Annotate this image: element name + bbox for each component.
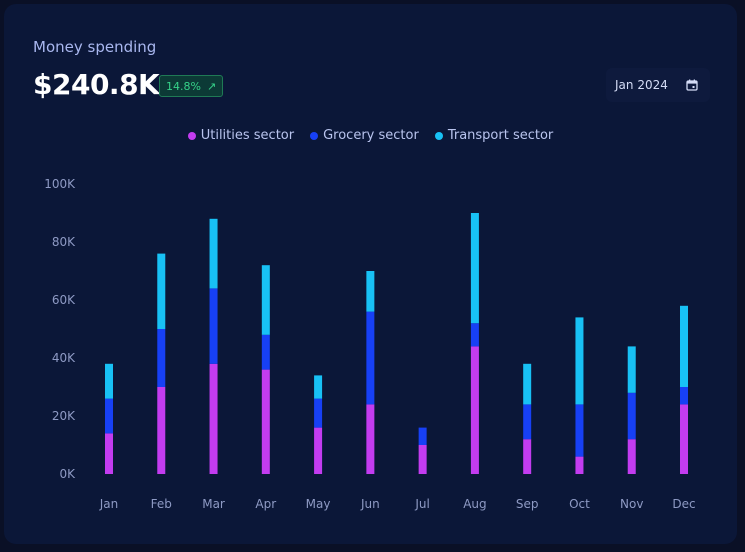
- y-tick-label: 100K: [44, 177, 76, 191]
- y-tick-label: 20K: [52, 409, 76, 423]
- bar-segment-utilities-oct[interactable]: [575, 456, 584, 474]
- bar-segment-utilities-jun[interactable]: [366, 404, 375, 474]
- bar-segment-grocery-mar[interactable]: [209, 288, 218, 364]
- bar-segment-transport-jan[interactable]: [105, 363, 113, 399]
- bar-segment-utilities-sep[interactable]: [523, 439, 532, 474]
- bar-segment-grocery-jun[interactable]: [366, 311, 375, 405]
- bar-segment-grocery-sep[interactable]: [523, 404, 532, 440]
- bar-segment-utilities-may[interactable]: [314, 427, 323, 474]
- x-tick-label: Dec: [672, 497, 695, 511]
- y-tick-label: 0K: [59, 467, 76, 481]
- bar-segment-utilities-jul[interactable]: [418, 445, 427, 474]
- bar-segment-grocery-oct[interactable]: [575, 404, 584, 457]
- bar-segment-utilities-feb[interactable]: [157, 387, 166, 474]
- x-tick-label: Apr: [255, 497, 276, 511]
- bar-segment-grocery-jan[interactable]: [105, 398, 113, 434]
- bar-segment-utilities-aug[interactable]: [470, 346, 479, 474]
- x-tick-label: Jun: [360, 497, 380, 511]
- bar-segment-transport-aug[interactable]: [470, 213, 479, 324]
- bar-segment-grocery-aug[interactable]: [470, 323, 479, 347]
- x-tick-label: Oct: [569, 497, 590, 511]
- bar-segment-utilities-nov[interactable]: [627, 439, 636, 474]
- x-tick-label: Mar: [202, 497, 225, 511]
- bar-segment-transport-nov[interactable]: [627, 346, 636, 393]
- bar-segment-grocery-feb[interactable]: [157, 329, 166, 387]
- stacked-bar-chart: 0K 20K 40K 60K 80K 100K Jan Feb Mar Apr May Jun Jul A…: [44, 177, 695, 511]
- bar-segment-transport-oct[interactable]: [575, 317, 584, 405]
- bar-segment-transport-mar[interactable]: [209, 218, 218, 289]
- bar-segment-transport-jun[interactable]: [366, 271, 375, 312]
- bar-segment-utilities-dec[interactable]: [680, 404, 688, 474]
- spending-card: Money spending $240.8K 14.8% ↗ Jan 2024 …: [4, 4, 737, 544]
- bar-segment-transport-sep[interactable]: [523, 363, 532, 405]
- bar-segment-transport-apr[interactable]: [261, 265, 270, 335]
- x-tick-label: Nov: [620, 497, 643, 511]
- y-tick-label: 40K: [52, 351, 76, 365]
- x-tick-label: Feb: [151, 497, 172, 511]
- bar-segment-grocery-jul[interactable]: [418, 427, 427, 445]
- bar-segment-transport-may[interactable]: [314, 375, 323, 399]
- bar-segment-utilities-jan[interactable]: [105, 433, 113, 474]
- bar-segment-transport-feb[interactable]: [157, 253, 166, 329]
- bar-segment-utilities-apr[interactable]: [261, 369, 270, 474]
- bar-segment-grocery-apr[interactable]: [261, 334, 270, 370]
- bar-segment-grocery-may[interactable]: [314, 398, 323, 428]
- bar-segment-grocery-nov[interactable]: [627, 392, 636, 440]
- x-tick-label: May: [306, 497, 331, 511]
- bar-segment-transport-dec[interactable]: [680, 305, 688, 387]
- bar-segment-utilities-mar[interactable]: [209, 363, 218, 474]
- x-tick-label: Jul: [414, 497, 429, 511]
- y-tick-label: 80K: [52, 235, 76, 249]
- x-tick-label: Sep: [516, 497, 539, 511]
- x-tick-label: Jan: [99, 497, 119, 511]
- bar-segment-grocery-dec[interactable]: [680, 387, 688, 405]
- x-tick-label: Aug: [463, 497, 486, 511]
- y-tick-label: 60K: [52, 293, 76, 307]
